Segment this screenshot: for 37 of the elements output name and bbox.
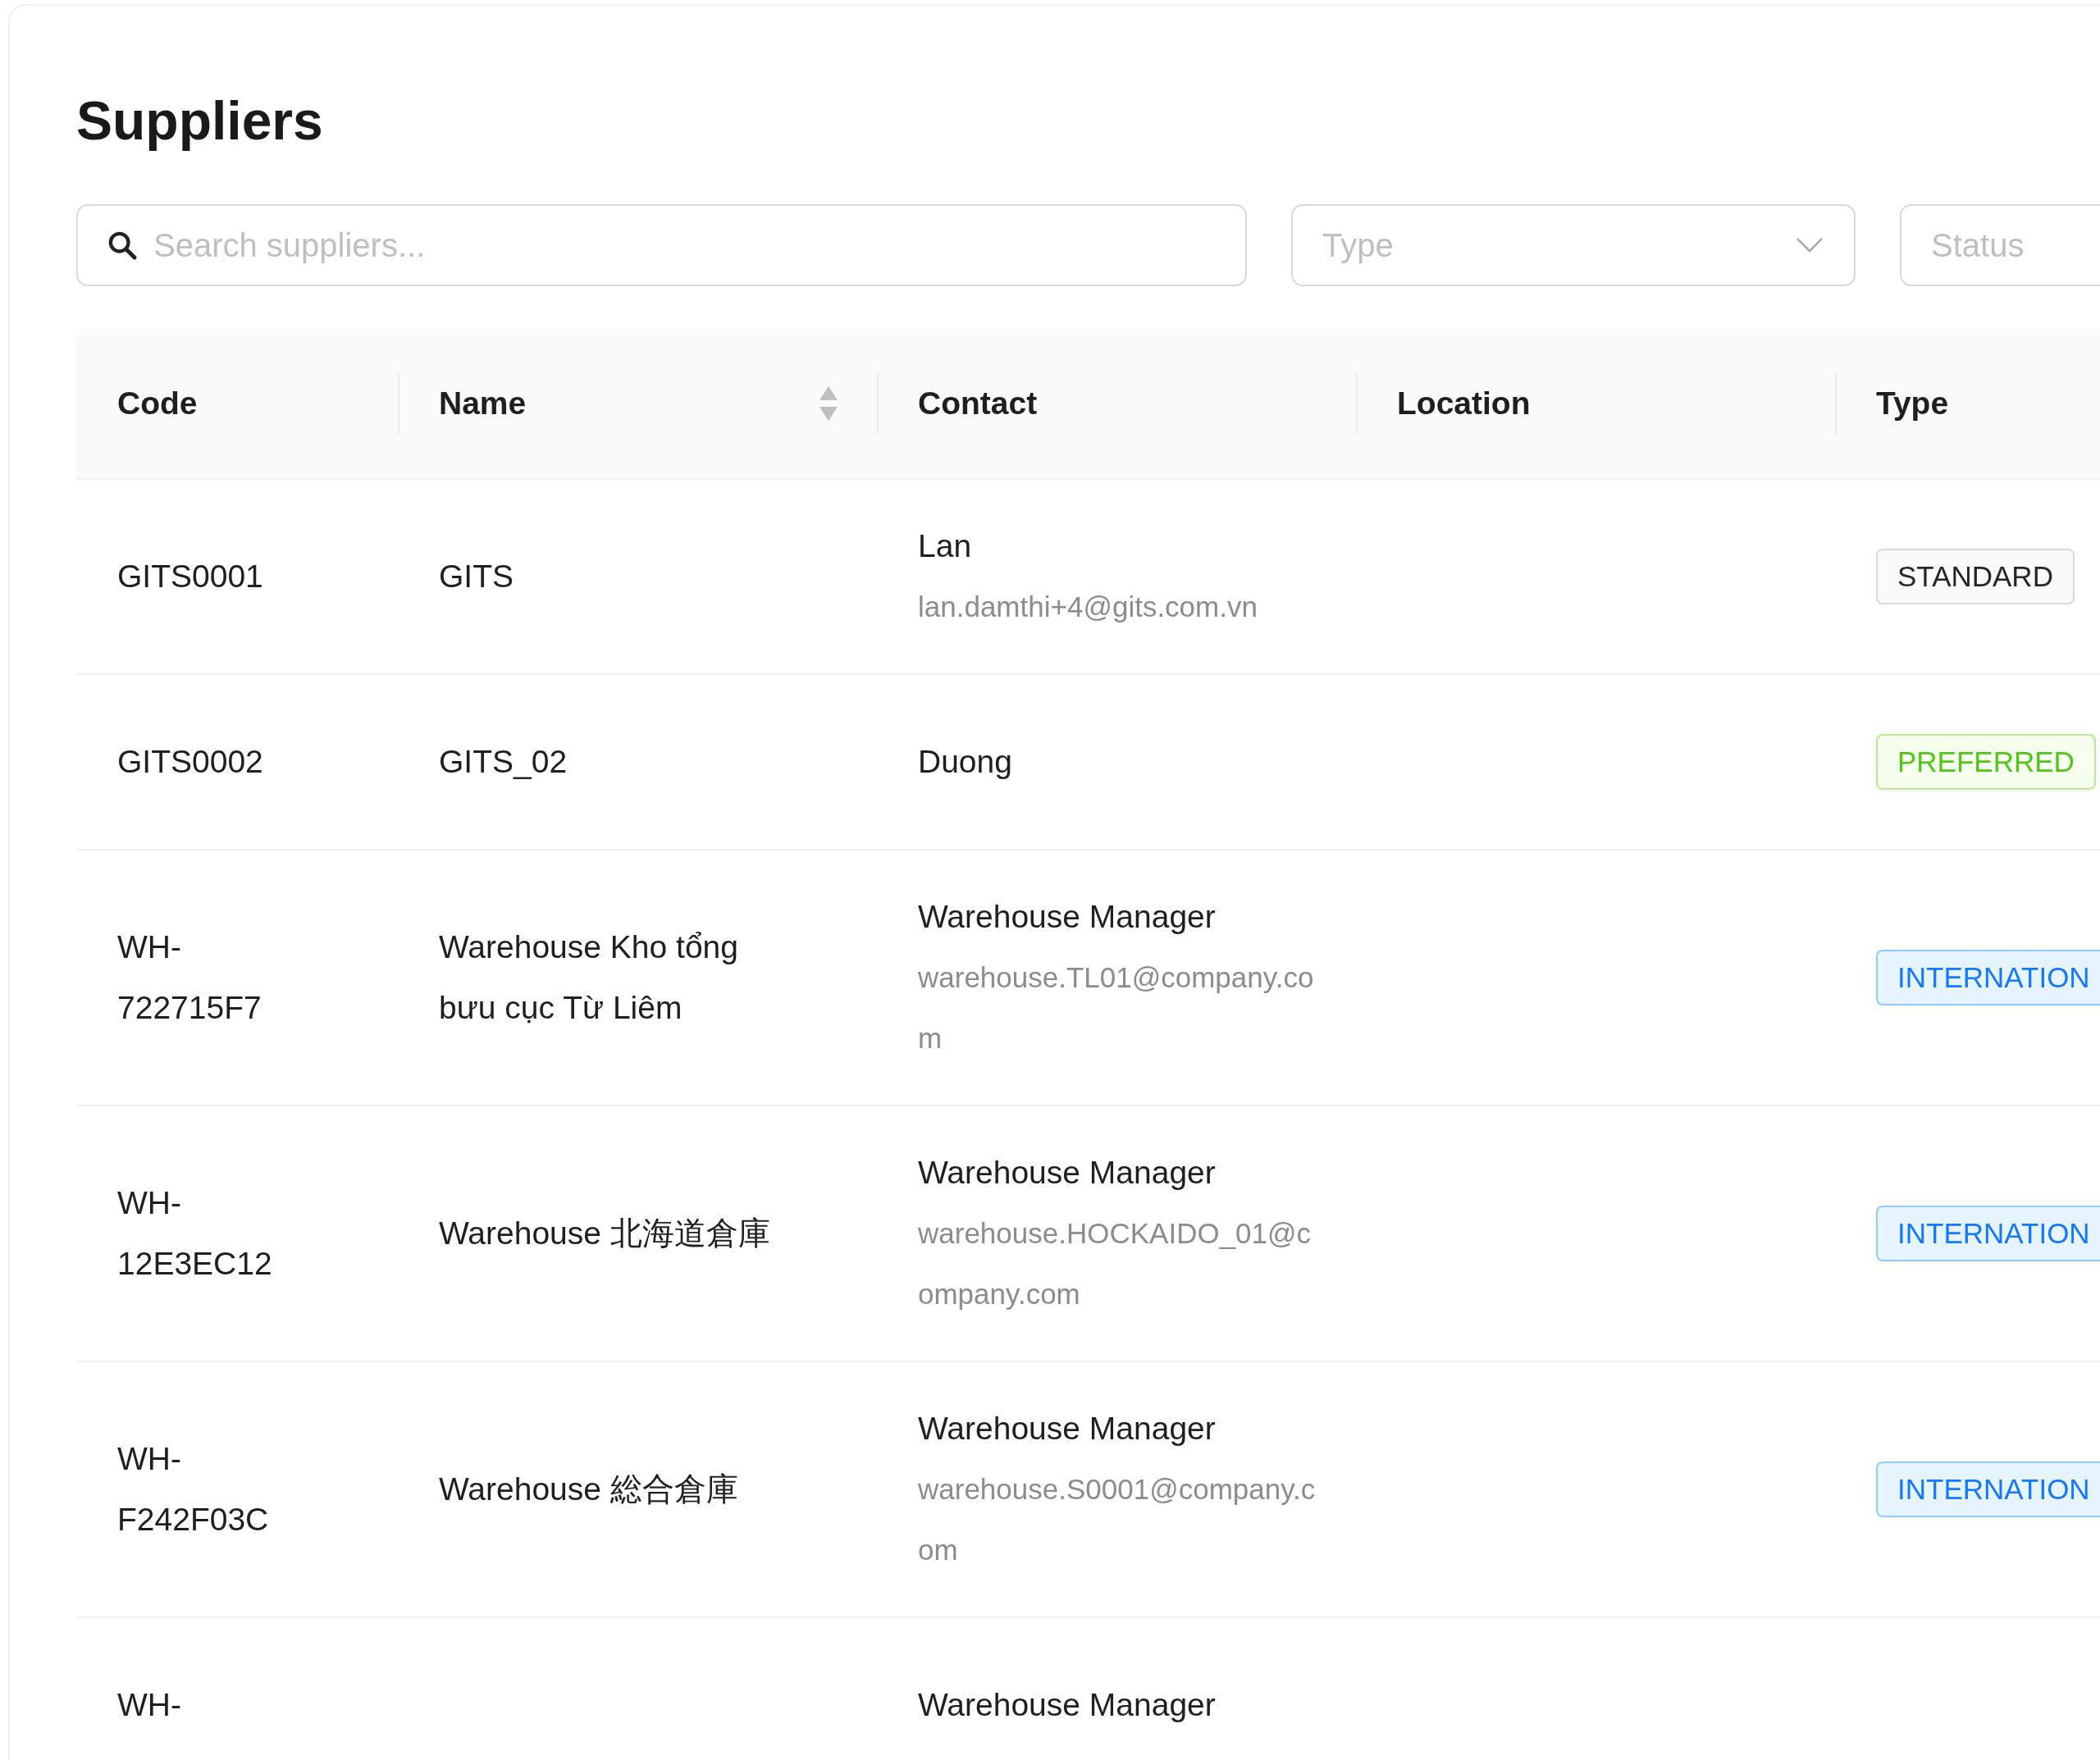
type-tag: INTERNATION	[1876, 1206, 2100, 1261]
table-cell-text: WH-F242F03C	[117, 1440, 270, 1539]
contact-name: Lan	[918, 527, 972, 565]
type-tag: PREFERRED	[1876, 734, 2096, 790]
type-tag: STANDARD	[1876, 549, 2075, 604]
column-header: Code	[117, 385, 198, 422]
column-header: Location	[1397, 385, 1531, 422]
type-tag: INTERNATION	[1876, 950, 2100, 1005]
table-cell-text: GITS0001	[117, 558, 264, 595]
contact-email: lan.damthi+4@gits.com.vn	[918, 590, 1258, 624]
table-cell-text: Warehouse Kho tổng bưu cục Từ Liêm	[439, 928, 739, 1027]
type-tag: INTERNATION	[1876, 1461, 2100, 1517]
table-cell-text: WH-722715F7	[117, 928, 262, 1027]
contact-name: Warehouse Manager	[918, 1410, 1216, 1448]
column-header: Type	[1876, 385, 1949, 422]
column-header: Contact	[918, 385, 1038, 422]
sort-icon[interactable]	[818, 385, 839, 422]
table-cell-text: GITS_02	[439, 743, 568, 781]
table-cell-text: GITS0002	[117, 743, 264, 781]
chevron-down-icon	[1795, 236, 1824, 254]
contact-email: warehouse.TL01@company.com	[918, 960, 1315, 1056]
table-cell-text: Warehouse 北海道倉庫	[439, 1215, 770, 1252]
table-cell-text: WH-	[117, 1686, 182, 1724]
contact-name: Duong	[918, 743, 1012, 781]
column-header: Name	[439, 385, 527, 422]
search-field[interactable]: Search suppliers...	[76, 204, 1247, 286]
table-cell-text: WH-12E3EC12	[117, 1184, 273, 1283]
table-cell-text: Warehouse 総合倉庫	[439, 1470, 738, 1508]
table-cell-text: GITS	[439, 558, 514, 595]
contact-email: warehouse.S0001@company.com	[918, 1472, 1316, 1567]
contact-name: Warehouse Manager	[918, 1154, 1216, 1192]
select-field[interactable]: Type	[1291, 204, 1856, 286]
contact-name: Warehouse Manager	[918, 898, 1216, 936]
page-title: Suppliers	[76, 89, 324, 153]
contact-name: Warehouse Manager	[918, 1686, 1216, 1724]
contact-email: warehouse.HOCKAIDO_01@company.com	[918, 1216, 1312, 1311]
select-field[interactable]: Status	[1900, 204, 2100, 286]
